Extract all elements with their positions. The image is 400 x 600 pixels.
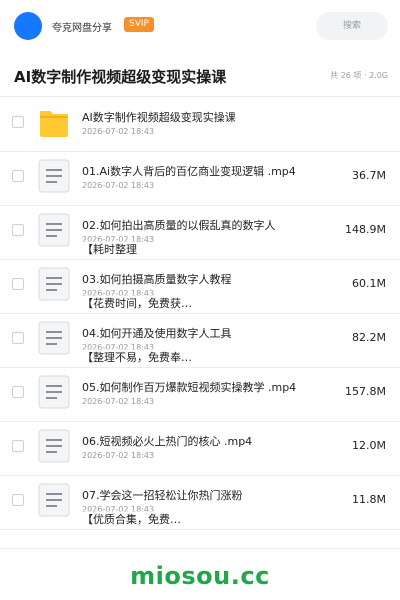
item-size: 60.1M	[352, 277, 386, 290]
file-row[interactable]: 05.如何制作百万爆款短视频实操教学 .mp4 2026-07-02 18:43 1…	[0, 367, 400, 421]
item-size: 36.7M	[352, 169, 386, 182]
item-name-continued: 【花费时间，免费获…	[82, 295, 192, 311]
search-input[interactable]: 搜索	[316, 12, 388, 40]
item-size: 82.2M	[352, 331, 386, 344]
watermark: miosou.cc	[130, 562, 270, 590]
list-top-divider	[0, 96, 400, 97]
file-row[interactable]: 02.如何拍出高质量的以假乱真的数字人 2026-07-02 18:43 【耗时整理…	[0, 205, 400, 259]
file-row[interactable]: 03.如何拍摄高质量数字人教程 2026-07-02 18:43 【花费时间，免费获…	[0, 259, 400, 313]
item-name: AI数字制作视频超级变现实操课	[82, 111, 236, 124]
item-size: 157.8M	[345, 385, 386, 398]
share-header: 夸克网盘分享 SVIP 搜索	[0, 0, 400, 52]
item-size: 12.0M	[352, 439, 386, 452]
item-size: 148.9M	[345, 223, 386, 236]
item-name: 07.学会这一招轻松让你热门涨粉	[82, 489, 243, 502]
svip-badge: SVIP	[124, 17, 154, 32]
item-name: 04.如何开通及使用数字人工具	[82, 327, 232, 340]
item-name: 01.Ai数字人背后的百亿商业变现逻辑 .mp4	[82, 165, 296, 178]
file-row[interactable]: 07.学会这一招轻松让你热门涨粉 2026-07-02 18:43 【优质合集，免费…	[0, 475, 400, 529]
select-checkbox[interactable]	[12, 386, 24, 398]
select-checkbox[interactable]	[12, 116, 24, 128]
row-divider	[0, 529, 400, 530]
document-icon	[38, 375, 70, 409]
select-checkbox[interactable]	[12, 278, 24, 290]
document-icon	[38, 267, 70, 301]
item-date: 2026-07-02 18:43	[82, 451, 155, 460]
item-name-continued: 【整理不易，免费奉…	[82, 349, 192, 365]
select-checkbox[interactable]	[12, 224, 24, 236]
item-name: 06.短视频必火上热门的核心 .mp4	[82, 435, 253, 448]
select-checkbox[interactable]	[12, 170, 24, 182]
file-row[interactable]: 06.短视频必火上热门的核心 .mp4 2026-07-02 18:43 12.0M	[0, 421, 400, 475]
document-icon	[38, 321, 70, 355]
title-bar: AI数字制作视频超级变现实操课 共 26 项 · 2.0G	[0, 62, 400, 90]
select-checkbox[interactable]	[12, 332, 24, 344]
document-icon	[38, 159, 70, 193]
item-name: 02.如何拍出高质量的以假乱真的数字人	[82, 219, 276, 232]
item-name-continued: 【耗时整理	[82, 241, 137, 257]
document-icon	[38, 483, 70, 517]
footer-divider	[0, 548, 400, 549]
item-name-continued: 【优质合集，免费…	[82, 511, 181, 527]
item-date: 2026-07-02 18:43	[82, 397, 155, 406]
item-count-size: 共 26 项 · 2.0G	[330, 71, 388, 80]
select-checkbox[interactable]	[12, 440, 24, 452]
document-icon	[38, 429, 70, 463]
item-name: 05.如何制作百万爆款短视频实操教学 .mp4	[82, 381, 297, 394]
file-row[interactable]: 01.Ai数字人背后的百亿商业变现逻辑 .mp4 2026-07-02 18:43…	[0, 151, 400, 205]
brand-name: 夸克网盘分享	[52, 23, 112, 34]
item-date: 2026-07-02 18:43	[82, 127, 155, 136]
item-size: 11.8M	[352, 493, 386, 506]
file-row[interactable]: 04.如何开通及使用数字人工具 2026-07-02 18:43 【整理不易，免费奉…	[0, 313, 400, 367]
avatar[interactable]	[14, 12, 42, 40]
select-checkbox[interactable]	[12, 494, 24, 506]
item-date: 2026-07-02 18:43	[82, 181, 155, 190]
folder-icon	[38, 105, 70, 139]
page-title: AI数字制作视频超级变现实操课	[14, 68, 227, 86]
item-name: 03.如何拍摄高质量数字人教程	[82, 273, 232, 286]
folder-row[interactable]: AI数字制作视频超级变现实操课 2026-07-02 18:43	[0, 97, 400, 151]
document-icon	[38, 213, 70, 247]
